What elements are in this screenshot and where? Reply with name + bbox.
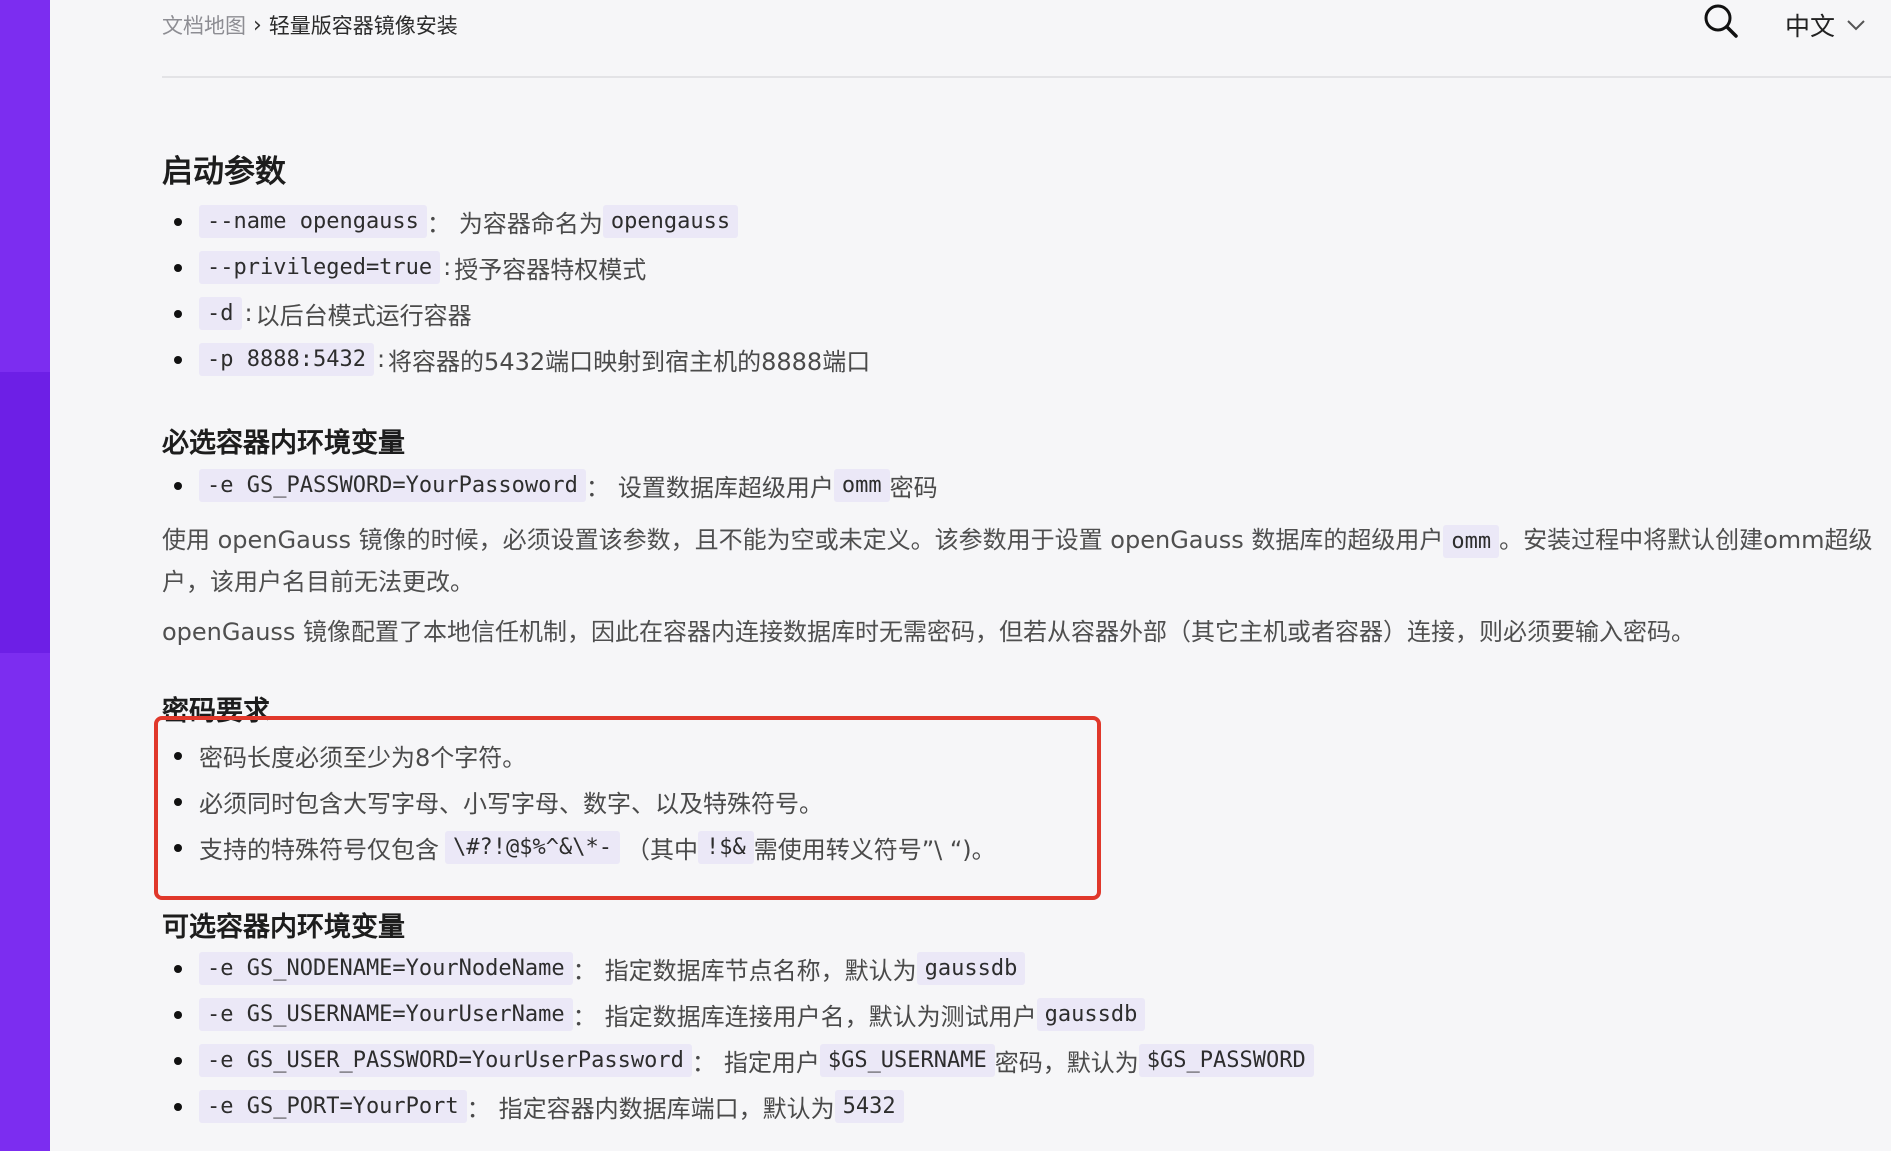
optional-env-list: -e GS_NODENAME=YourNodeName ： 指定数据库节点名称，… — [162, 945, 1314, 1129]
item-text: 指定数据库连接用户名，默认为测试用户 — [604, 1002, 1037, 1031]
code-inline: 5432 — [834, 1089, 904, 1123]
startup-param-list: --name opengauss ： 为容器命名为 opengauss --pr… — [162, 198, 870, 382]
breadcrumb-current: 轻量版容器镜像安装 — [268, 14, 458, 38]
code-inline: $GS_PASSWORD — [1138, 1043, 1314, 1077]
highlight-annotation-box — [154, 716, 1101, 900]
separator: ： — [572, 1002, 597, 1031]
item-text: 设置数据库超级用户 — [617, 473, 834, 502]
code-inline: -e GS_NODENAME=YourNodeName — [199, 951, 573, 985]
list-item: -e GS_USER_PASSWORD=YourUserPassword ： 指… — [162, 1037, 1314, 1083]
separator: ： — [426, 209, 451, 238]
code-inline: -e GS_PASSWORD=YourPassoword — [199, 468, 586, 502]
separator: : — [244, 299, 253, 327]
item-text: 授予容器特权模式 — [454, 255, 647, 284]
item-text: 以后台模式运行容器 — [255, 301, 472, 330]
section-title-optional-env: 可选容器内环境变量 — [162, 912, 405, 943]
item-text: 指定数据库节点名称，默认为 — [604, 956, 917, 985]
left-sidebar-strip — [0, 0, 50, 1151]
para-text: 户，该用户名目前无法更改。 — [162, 568, 474, 596]
list-item: -e GS_NODENAME=YourNodeName ： 指定数据库节点名称，… — [162, 945, 1314, 991]
language-label: 中文 — [1785, 12, 1836, 41]
item-text: 为容器命名为 — [458, 209, 603, 238]
item-text: 密码，默认为 — [994, 1048, 1139, 1077]
language-selector[interactable]: 中文 — [1785, 7, 1865, 43]
list-item: -e GS_PORT=YourPort ： 指定容器内数据库端口，默认为 543… — [162, 1083, 1314, 1129]
item-text: 指定用户 — [723, 1048, 820, 1077]
separator: : — [376, 345, 386, 373]
code-inline: $GS_USERNAME — [819, 1043, 995, 1077]
separator: ： — [691, 1048, 716, 1077]
list-item: -p 8888:5432 : 将容器的5432端口映射到宿主机的8888端口 — [162, 336, 870, 382]
code-inline: gaussdb — [1036, 997, 1146, 1031]
section-title-startup: 启动参数 — [162, 154, 286, 190]
code-inline: -p 8888:5432 — [199, 342, 374, 376]
code-inline: -e GS_PORT=YourPort — [199, 1089, 467, 1123]
list-item: -e GS_USERNAME=YourUserName ： 指定数据库连接用户名… — [162, 991, 1314, 1037]
breadcrumb: 文档地图 › 轻量版容器镜像安装 — [162, 10, 458, 40]
item-text: 将容器的5432端口映射到宿主机的8888端口 — [388, 347, 871, 376]
top-bar: 文档地图 › 轻量版容器镜像安装 中文 — [162, 0, 1891, 78]
list-item: -d : 以后台模式运行容器 — [162, 290, 870, 336]
code-inline: -d — [199, 296, 242, 330]
section-title-required-env: 必选容器内环境变量 — [162, 428, 405, 459]
search-icon[interactable] — [1702, 2, 1742, 42]
list-item: --privileged=true : 授予容器特权模式 — [162, 244, 870, 290]
sidebar-active-band — [0, 372, 50, 653]
code-inline: opengauss — [602, 204, 739, 238]
para-text: 。安装过程中将默认创建omm超级 — [1499, 526, 1873, 554]
breadcrumb-separator: › — [253, 12, 262, 38]
code-inline: --name opengauss — [199, 204, 427, 238]
para-text: 使用 openGauss 镜像的时候，必须设置该参数，且不能为空或未定义。该参数… — [162, 526, 1444, 554]
breadcrumb-home-link[interactable]: 文档地图 — [162, 10, 246, 40]
item-text: 指定容器内数据库端口，默认为 — [498, 1094, 835, 1123]
code-inline: --privileged=true — [199, 250, 441, 284]
separator: ： — [585, 473, 610, 502]
code-inline: omm — [833, 468, 890, 502]
required-env-list: -e GS_PASSWORD=YourPassoword ： 设置数据库超级用户… — [162, 462, 938, 508]
paragraph-required-2: openGauss 镜像配置了本地信任机制，因此在容器内连接数据库时无需密码，但… — [162, 618, 1696, 646]
list-item: -e GS_PASSWORD=YourPassoword ： 设置数据库超级用户… — [162, 462, 938, 508]
code-inline: gaussdb — [916, 951, 1026, 985]
code-inline: -e GS_USERNAME=YourUserName — [199, 997, 573, 1031]
chevron-down-icon — [1847, 20, 1865, 31]
list-item: --name opengauss ： 为容器命名为 opengauss — [162, 198, 870, 244]
separator: : — [443, 253, 452, 281]
item-text: 密码 — [889, 473, 938, 502]
separator: ： — [572, 956, 597, 985]
paragraph-required-1: 使用 openGauss 镜像的时候，必须设置该参数，且不能为空或未定义。该参数… — [162, 520, 1891, 603]
separator: ： — [466, 1094, 491, 1123]
code-inline: omm — [1443, 525, 1500, 558]
code-inline: -e GS_USER_PASSWORD=YourUserPassword — [199, 1043, 692, 1077]
